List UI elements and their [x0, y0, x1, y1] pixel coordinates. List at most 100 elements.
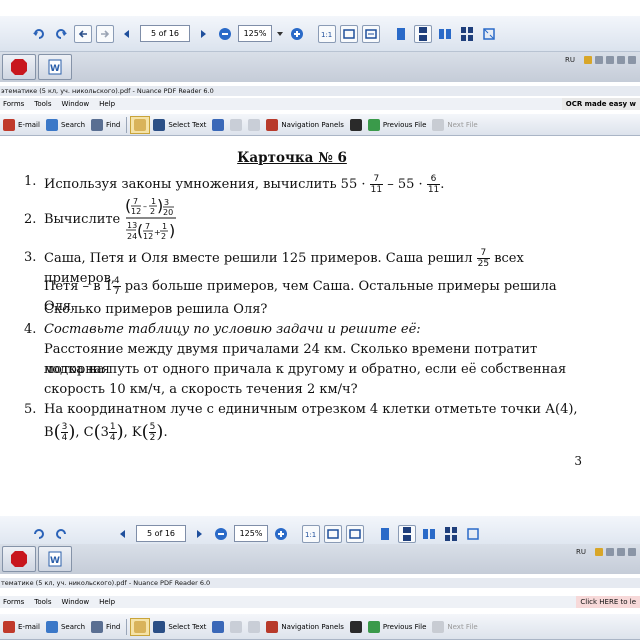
tray-icon[interactable]: [617, 548, 625, 556]
navigation-panels-button[interactable]: Navigation Panels: [263, 116, 347, 134]
undo-button[interactable]: [227, 618, 245, 636]
full-screen-icon[interactable]: [480, 25, 498, 43]
facing-pages-icon[interactable]: [436, 25, 454, 43]
previous-file-button[interactable]: Previous File: [365, 618, 430, 636]
single-page-icon[interactable]: [392, 25, 410, 43]
next-file-button[interactable]: Next File: [429, 618, 480, 636]
continuous-facing-icon[interactable]: [442, 525, 460, 543]
next-page-icon[interactable]: [190, 525, 208, 543]
single-page-icon[interactable]: [376, 525, 394, 543]
continuous-facing-icon[interactable]: [458, 25, 476, 43]
svg-text:1:1: 1:1: [321, 31, 332, 39]
menu-help[interactable]: Help: [99, 100, 115, 108]
pdf-reader-taskbar-icon[interactable]: [2, 546, 36, 572]
menu-window[interactable]: Window: [62, 598, 90, 606]
back-arrow-icon[interactable]: [74, 24, 92, 43]
hand-tool-button[interactable]: [130, 617, 151, 636]
menu-help[interactable]: Help: [99, 598, 115, 606]
tray-icon[interactable]: [595, 56, 603, 64]
fit-page-icon[interactable]: [340, 24, 358, 43]
tray-icon[interactable]: [628, 548, 636, 556]
facing-pages-icon[interactable]: [420, 525, 438, 543]
zoom-out-icon[interactable]: [216, 25, 234, 43]
actual-size-icon[interactable]: 1:1: [318, 24, 336, 43]
language-indicator[interactable]: RU: [565, 56, 575, 64]
select-text-button[interactable]: Select Text: [150, 116, 209, 134]
forward-arrow-icon[interactable]: [96, 24, 114, 43]
set-icon: [212, 118, 225, 131]
pdf-reader-taskbar-icon[interactable]: [2, 54, 36, 80]
rotate-right-icon[interactable]: [52, 525, 70, 543]
page-number-field[interactable]: 5 of 16: [140, 25, 190, 42]
redo-button[interactable]: [245, 116, 263, 134]
continuous-page-icon[interactable]: [398, 524, 416, 543]
highlight-button[interactable]: [347, 116, 365, 134]
email-button[interactable]: E-mail: [0, 116, 43, 134]
task-2: Вычислите ( 7 12 – 12 ) 3 20 13 24 ( 7 12 + …: [44, 196, 584, 244]
previous-page-icon[interactable]: [118, 25, 136, 43]
rotate-right-icon[interactable]: [52, 25, 70, 43]
menu-forms[interactable]: Forms: [3, 100, 24, 108]
email-button[interactable]: E-mail: [0, 618, 43, 636]
svg-text:13: 13: [127, 221, 137, 230]
actual-size-icon[interactable]: 1:1: [302, 524, 320, 543]
menu-bar: Forms Tools Window Help OCR made easy w: [0, 98, 640, 110]
zoom-in-icon[interactable]: [272, 525, 290, 543]
next-file-button[interactable]: Next File: [429, 116, 480, 134]
fit-width-icon[interactable]: [362, 24, 380, 43]
language-indicator[interactable]: RU: [576, 548, 586, 556]
tray-icon[interactable]: [606, 548, 614, 556]
tray-icon[interactable]: [595, 548, 603, 556]
zoom-level-field[interactable]: 125%: [238, 25, 272, 42]
ocr-banner[interactable]: OCR made easy w: [561, 98, 640, 110]
redo-button[interactable]: [245, 618, 263, 636]
navigation-panels-button[interactable]: Navigation Panels: [263, 618, 347, 636]
previous-file-button[interactable]: Previous File: [365, 116, 430, 134]
promo-banner[interactable]: Click HERE to le: [576, 596, 640, 608]
hand-tool-button[interactable]: [130, 115, 151, 134]
continuous-page-icon[interactable]: [414, 24, 432, 43]
menu-tools[interactable]: Tools: [34, 100, 51, 108]
full-screen-icon[interactable]: [464, 525, 482, 543]
rotate-left-icon[interactable]: [30, 25, 48, 43]
toolbar-divider: [126, 618, 128, 635]
command-toolbar: E-mail Search Find Select Text Navigatio…: [0, 614, 640, 640]
next-page-icon[interactable]: [194, 25, 212, 43]
search-button[interactable]: Search: [43, 116, 88, 134]
previous-file-icon: [367, 118, 380, 131]
zoom-in-icon[interactable]: [288, 25, 306, 43]
menu-forms[interactable]: Forms: [3, 598, 24, 606]
tray-icon[interactable]: [584, 56, 592, 64]
search-button[interactable]: Search: [43, 618, 88, 636]
fit-width-icon[interactable]: [346, 524, 364, 543]
svg-text:2: 2: [150, 207, 155, 216]
tray-icon[interactable]: [617, 56, 625, 64]
svg-text:7: 7: [145, 222, 150, 231]
tray-icon[interactable]: [628, 56, 636, 64]
menu-tools[interactable]: Tools: [34, 598, 51, 606]
select-text-button[interactable]: Select Text: [150, 618, 209, 636]
page-number-field[interactable]: 5 of 16: [136, 525, 186, 542]
zoom-out-icon[interactable]: [212, 525, 230, 543]
word-taskbar-icon[interactable]: W: [38, 54, 72, 80]
svg-text:20: 20: [163, 208, 173, 217]
set-button[interactable]: [209, 618, 227, 636]
word-taskbar-icon[interactable]: W: [38, 546, 72, 572]
previous-page-icon[interactable]: [114, 525, 132, 543]
next-file-icon: [432, 620, 445, 633]
highlight-icon: [349, 620, 362, 633]
fit-page-icon[interactable]: [324, 524, 342, 543]
fraction: 6 11: [426, 174, 441, 195]
set-button[interactable]: [209, 116, 227, 134]
window-title: этематике (5 кл, уч. никольского).pdf - …: [0, 86, 640, 96]
zoom-level-field[interactable]: 125%: [234, 525, 268, 542]
rotate-left-icon[interactable]: [30, 525, 48, 543]
zoom-dropdown-icon[interactable]: [276, 25, 284, 43]
svg-text:–: –: [143, 202, 147, 211]
find-button[interactable]: Find: [88, 618, 123, 636]
menu-window[interactable]: Window: [62, 100, 90, 108]
undo-button[interactable]: [227, 116, 245, 134]
find-button[interactable]: Find: [88, 116, 123, 134]
tray-icon[interactable]: [606, 56, 614, 64]
highlight-button[interactable]: [347, 618, 365, 636]
